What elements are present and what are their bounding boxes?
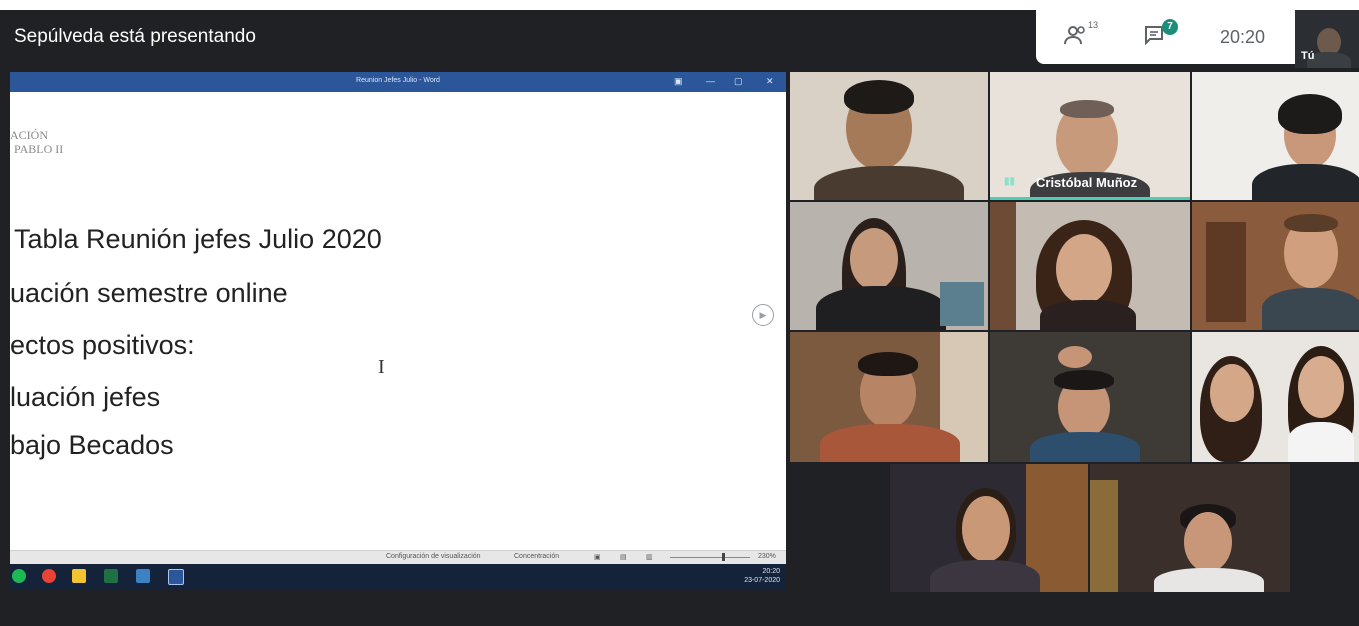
word-status-bar: Configuración de visualización Concentra… (10, 550, 786, 565)
self-view-tile[interactable]: Tú (1295, 10, 1359, 68)
participant-tile[interactable] (1192, 72, 1359, 200)
focus-mode[interactable]: Concentración (514, 553, 559, 560)
chat-badge: 7 (1162, 19, 1178, 35)
doc-line: luación jefes (10, 382, 161, 412)
presenter-text: Sepúlveda está presentando (14, 26, 256, 47)
read-mode-icon[interactable]: ▣ (594, 553, 601, 561)
zoom-slider[interactable] (670, 553, 750, 561)
participants-count: 13 (1088, 20, 1099, 30)
participant-tile[interactable] (990, 332, 1190, 462)
meeting-clock: 20:20 (1220, 27, 1266, 47)
logo-line-2: PABLO II (14, 142, 64, 156)
ribbon-display-icon[interactable]: ▣ (674, 76, 683, 87)
participant-tile[interactable] (990, 202, 1190, 330)
taskbar-time: 20:20 (762, 568, 780, 575)
self-label: Tú (1301, 50, 1315, 62)
participant-tile[interactable] (790, 332, 988, 462)
speaker-name-label: ▮▮ Cristóbal Muñoz (1004, 175, 1137, 190)
close-icon[interactable]: ✕ (766, 76, 774, 87)
next-page-icon[interactable]: ▶ (752, 304, 774, 326)
taskbar-clock: 20:20 23-07-2020 (744, 567, 780, 585)
speaking-indicator-icon: ▮▮ (1004, 176, 1016, 187)
doc-line: uación semestre online (10, 278, 288, 308)
chat-button[interactable]: 7 (1144, 19, 1178, 51)
word-title-bar: Reunion Jefes Julio - Word ▣ — ▢ ✕ (10, 72, 786, 92)
display-settings[interactable]: Configuración de visualización (386, 553, 481, 560)
participant-tile[interactable] (790, 202, 988, 330)
word-window-title: Reunion Jefes Julio - Word (356, 77, 440, 84)
meeting-toolbar: 13 7 20:20 (1036, 10, 1295, 64)
print-layout-icon[interactable]: ▤ (620, 553, 627, 561)
logo-line-1: ACIÓN (10, 128, 48, 142)
excel-icon[interactable] (104, 569, 118, 583)
web-layout-icon[interactable]: ▥ (646, 553, 653, 561)
chrome-icon[interactable] (42, 569, 56, 583)
taskbar-date: 23-07-2020 (744, 577, 780, 584)
active-speaker-bar (990, 197, 1190, 200)
participant-tile[interactable] (790, 72, 988, 200)
participant-tile-speaking[interactable]: ▮▮ Cristóbal Muñoz (990, 72, 1190, 200)
shared-screen: Reunion Jefes Julio - Word ▣ — ▢ ✕ ACIÓN… (10, 72, 786, 590)
minimize-icon[interactable]: — (706, 76, 715, 86)
meet-stage: Sepúlveda está presentando 13 7 20:20 Tú (0, 10, 1359, 626)
doc-line: bajo Becados (10, 430, 174, 460)
file-explorer-icon[interactable] (72, 569, 86, 583)
windows-taskbar: 20:20 23-07-2020 (10, 564, 786, 590)
spotify-icon[interactable] (12, 569, 26, 583)
mail-icon[interactable] (136, 569, 150, 583)
document-logo: ACIÓN PABLO II (10, 128, 63, 156)
word-icon[interactable] (168, 569, 184, 585)
speaker-name: Cristóbal Muñoz (1036, 175, 1138, 190)
doc-heading: Tabla Reunión jefes Julio 2020 (14, 224, 382, 254)
restore-icon[interactable]: ▢ (734, 76, 743, 87)
participant-tile[interactable] (1192, 332, 1359, 462)
participant-tile[interactable] (1192, 202, 1359, 330)
zoom-level: 230% (758, 553, 776, 560)
participants-icon (1064, 26, 1085, 45)
doc-line: ectos positivos: (10, 330, 195, 360)
participants-button[interactable]: 13 (1064, 20, 1098, 51)
text-cursor-icon: I (378, 356, 385, 378)
participant-tile[interactable] (1090, 464, 1290, 592)
participant-tile[interactable] (890, 464, 1088, 592)
